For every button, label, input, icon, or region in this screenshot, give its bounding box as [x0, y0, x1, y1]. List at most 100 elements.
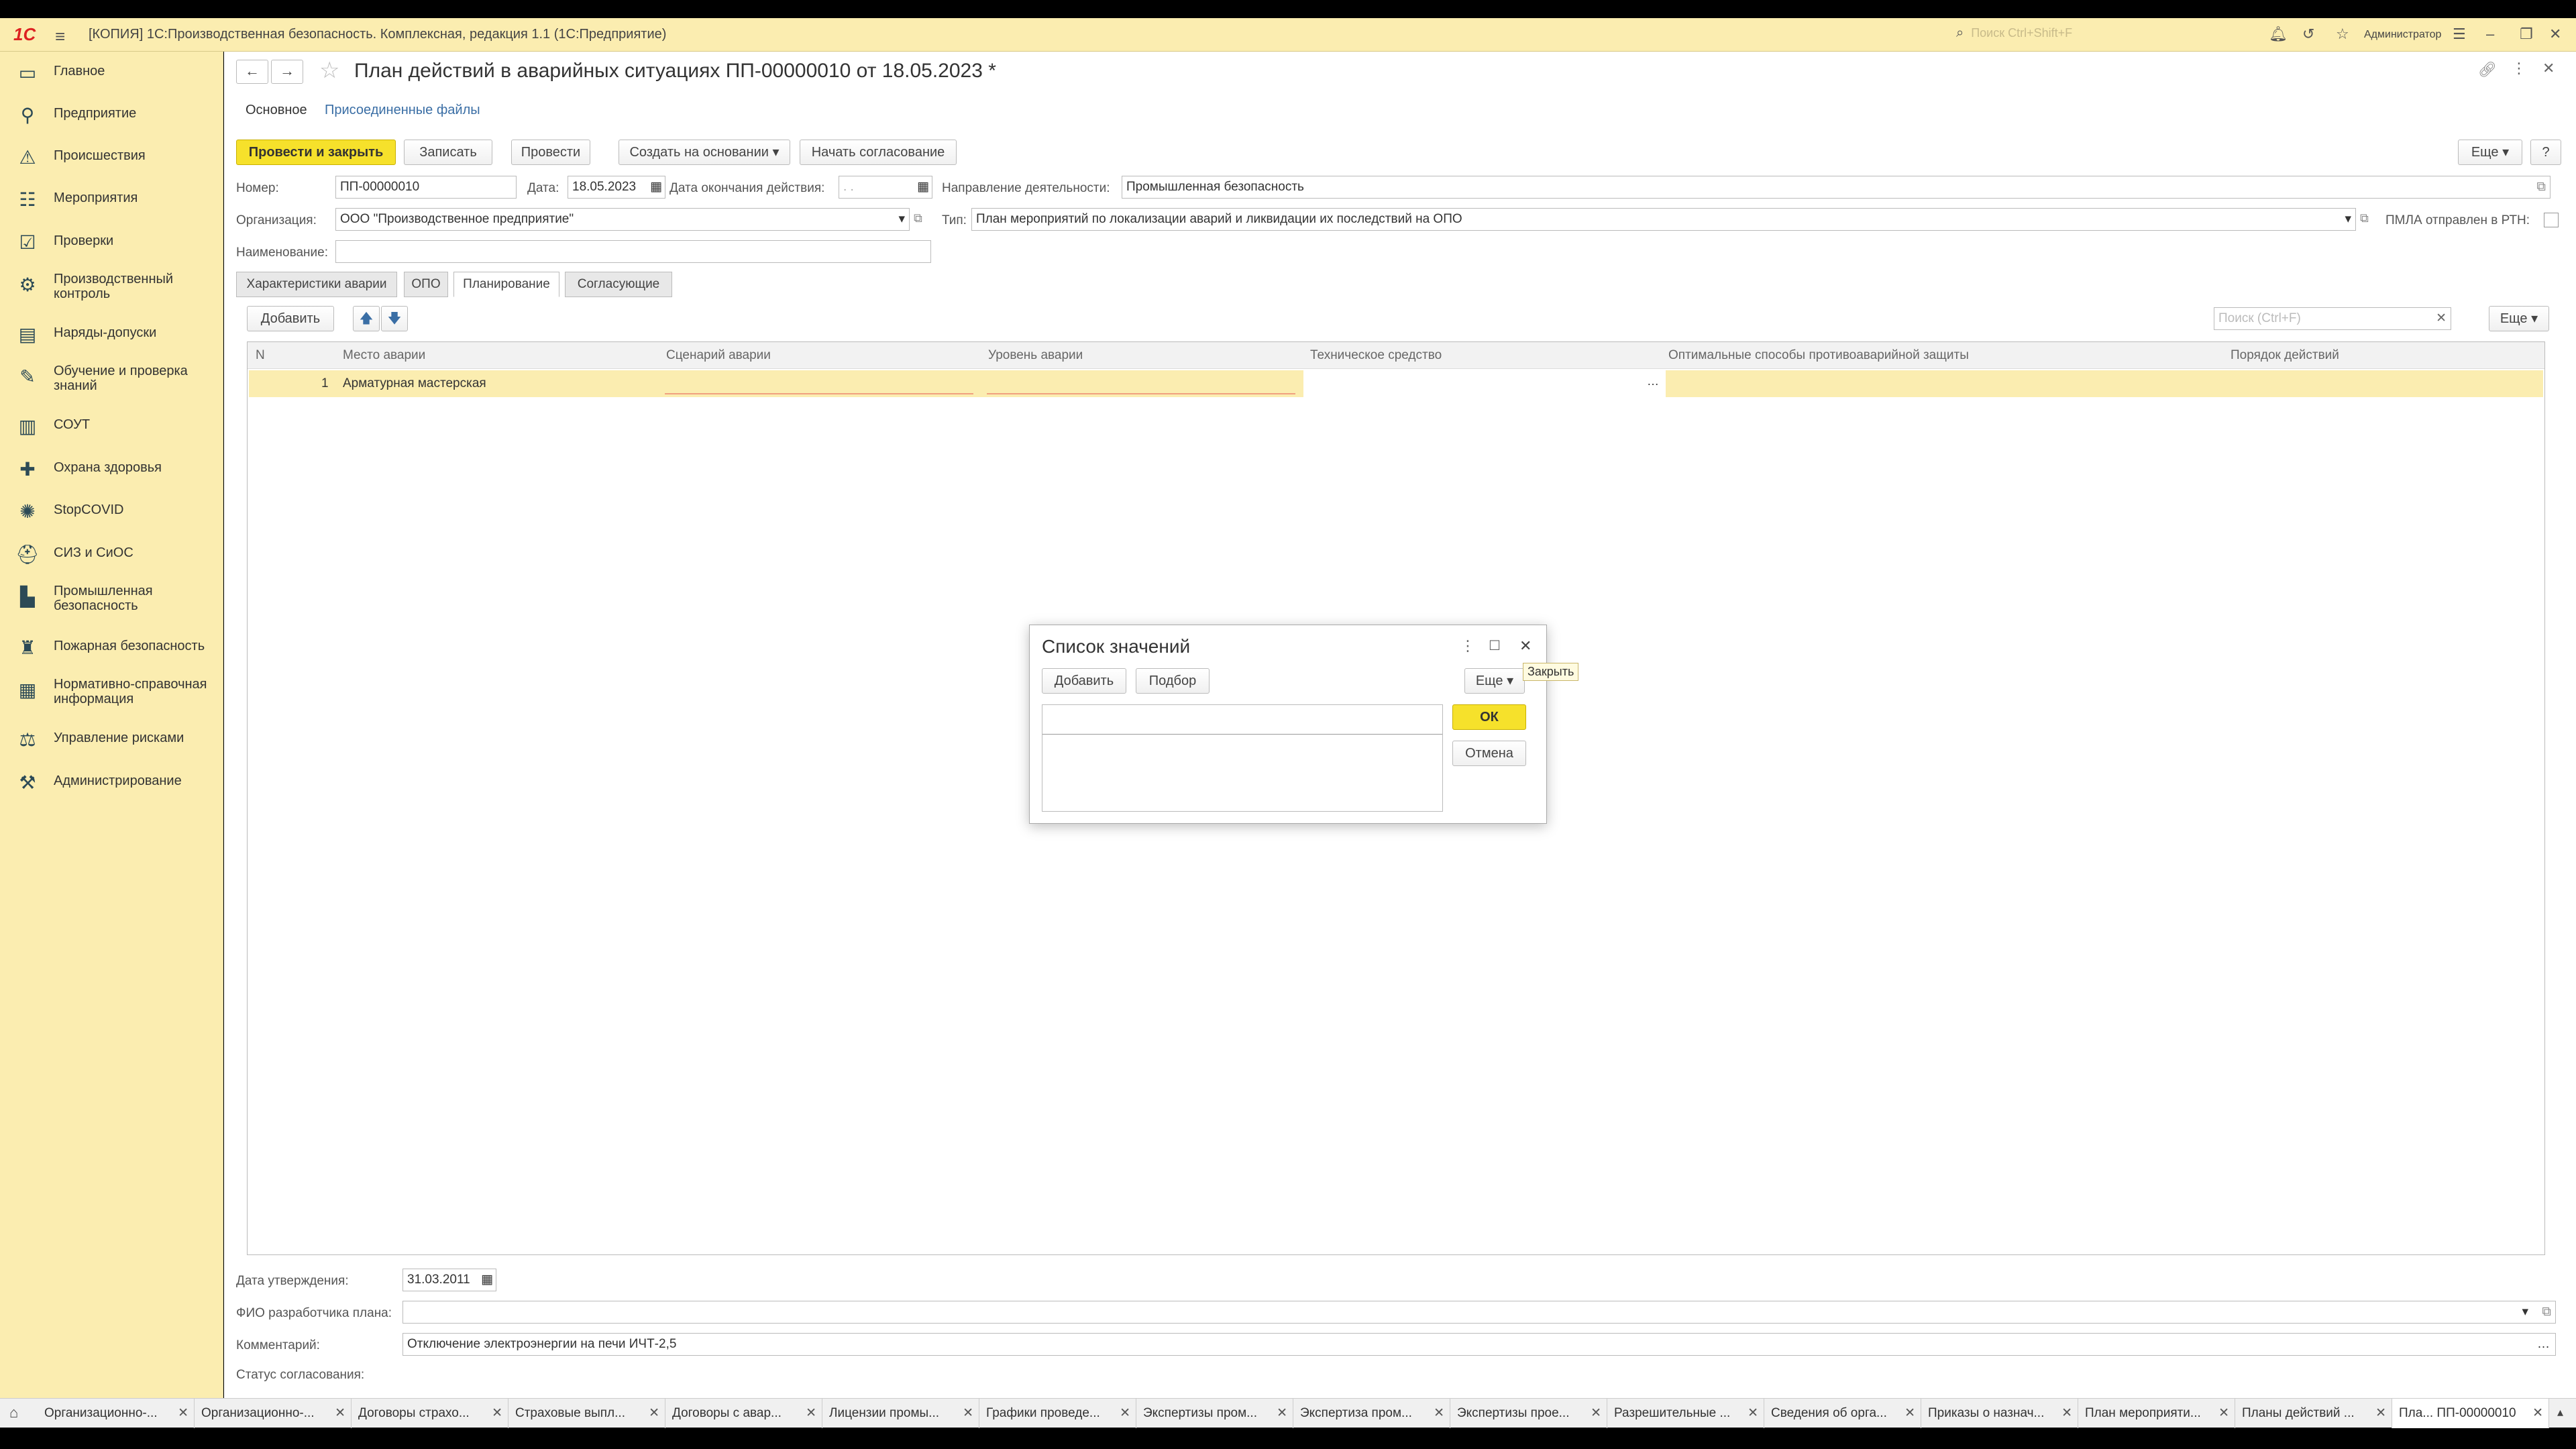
global-search[interactable]: ⌕ Поиск Ctrl+Shift+F [1956, 25, 2238, 44]
close-icon[interactable]: ✕ [2375, 1399, 2386, 1428]
sidebar-item-inspections[interactable]: ☑ Проверки [0, 221, 223, 262]
window-tab[interactable]: Планы действий ... ✕ [2235, 1399, 2392, 1428]
column-order[interactable]: Порядок действий [2231, 348, 2339, 363]
save-button[interactable]: Записать [404, 140, 492, 165]
tab-opo[interactable]: ОПО [404, 272, 448, 297]
star-icon[interactable]: ☆ [2336, 25, 2349, 43]
dialog-pick-button[interactable]: Подбор [1136, 668, 1210, 694]
comment-field[interactable]: Отключение электроэнергии на печи ИЧТ-2,… [402, 1333, 2556, 1356]
favorite-star-icon[interactable]: ☆ [319, 57, 339, 84]
window-tab[interactable]: План мероприяти... ✕ [2078, 1399, 2235, 1428]
sidebar-item-ppe[interactable]: ⛑ СИЗ и СиОС [0, 533, 223, 574]
table-more-button[interactable]: Еще ▾ [2489, 306, 2549, 331]
tab-main[interactable]: Основное [246, 103, 307, 118]
history-icon[interactable]: ↺ [2302, 25, 2314, 43]
close-icon[interactable]: ✕ [1434, 1399, 1444, 1428]
dropdown-arrow-icon[interactable]: ▾ [2522, 1301, 2528, 1323]
close-icon[interactable]: ✕ [1748, 1399, 1758, 1428]
post-and-close-button[interactable]: Провести и закрыть [236, 140, 396, 165]
table-row[interactable]: 1 Арматурная мастерская … [249, 370, 2543, 397]
dropdown-arrow-icon[interactable]: ▾ [2345, 209, 2351, 230]
user-name[interactable]: Администратор [2364, 29, 2441, 41]
main-menu-icon[interactable]: ≡ [55, 26, 65, 47]
close-icon[interactable]: ✕ [1519, 637, 1532, 655]
date-field[interactable]: 18.05.2023 ▦ [568, 176, 665, 199]
close-icon[interactable]: ✕ [963, 1399, 973, 1428]
link-icon[interactable]: 🔗︎ [2478, 61, 2497, 78]
sidebar-item-enterprise[interactable]: ⚲ Предприятие [0, 94, 223, 134]
pmla-checkbox[interactable] [2544, 213, 2559, 227]
close-icon[interactable]: ✕ [2532, 1399, 2543, 1428]
sidebar-item-measures[interactable]: ☷ Мероприятия [0, 178, 223, 219]
column-scenario[interactable]: Сценарий аварии [666, 348, 771, 363]
cancel-button[interactable]: Отмена [1452, 741, 1526, 766]
close-icon[interactable]: ✕ [178, 1399, 189, 1428]
close-icon[interactable]: ✕ [1904, 1399, 1915, 1428]
sidebar-item-fire-safety[interactable]: ♜ Пожарная безопасность [0, 627, 223, 667]
open-link-icon[interactable]: ⧉ [2360, 211, 2369, 225]
close-icon[interactable]: ✕ [806, 1399, 816, 1428]
window-tab[interactable]: Приказы о назнач... ✕ [1921, 1399, 2078, 1428]
type-field[interactable]: План мероприятий по локализации аварий и… [971, 208, 2356, 231]
column-methods[interactable]: Оптимальные способы противоаварийной защ… [1668, 348, 1969, 363]
close-icon[interactable]: ✕ [1120, 1399, 1130, 1428]
value-list[interactable] [1042, 704, 1443, 812]
sidebar-item-incidents[interactable]: ⚠ Происшествия [0, 136, 223, 176]
window-tab[interactable]: Лицензии промы... ✕ [822, 1399, 979, 1428]
cell-scenario[interactable] [665, 393, 973, 394]
window-tab[interactable]: Страховые выпл... ✕ [508, 1399, 665, 1428]
ellipsis-icon[interactable]: … [2537, 1334, 2550, 1355]
window-tab[interactable]: Экспертиза пром... ✕ [1293, 1399, 1450, 1428]
window-tab[interactable]: Экспертизы прое... ✕ [1450, 1399, 1607, 1428]
dialog-add-button[interactable]: Добавить [1042, 668, 1126, 694]
close-icon[interactable]: ✕ [649, 1399, 659, 1428]
move-up-icon[interactable]: 🡅 [353, 306, 380, 331]
end-date-field[interactable]: . . ▦ [839, 176, 932, 199]
maximize-icon[interactable]: ❐ [2520, 25, 2533, 43]
dialog-more-button[interactable]: Еще ▾ [1464, 668, 1525, 694]
close-icon[interactable]: ✕ [1277, 1399, 1287, 1428]
name-field[interactable] [335, 240, 931, 263]
calendar-icon[interactable]: ▦ [650, 176, 662, 198]
column-tech[interactable]: Техническое средство [1310, 348, 1442, 363]
table-add-button[interactable]: Добавить [247, 306, 334, 331]
settings-menu-icon[interactable]: ☰ [2453, 25, 2466, 43]
move-down-icon[interactable]: 🡇 [381, 306, 408, 331]
post-button[interactable]: Провести [511, 140, 590, 165]
dropdown-arrow-icon[interactable]: ▾ [898, 209, 905, 230]
sidebar-item-education[interactable]: ✎ Обучение и проверка знаний [0, 356, 223, 402]
column-level[interactable]: Уровень аварии [988, 348, 1083, 363]
direction-field[interactable]: Промышленная безопасность ⧉ [1122, 176, 2551, 199]
chevron-up-icon[interactable]: ▴ [2557, 1405, 2563, 1419]
window-tab[interactable]: Экспертизы пром... ✕ [1136, 1399, 1293, 1428]
sidebar-item-health[interactable]: ✚ Охрана здоровья [0, 448, 223, 488]
number-field[interactable]: ПП-00000010 [335, 176, 517, 199]
ellipsis-icon[interactable]: … [1647, 374, 1659, 388]
approval-date-field[interactable]: 31.03.2011 ▦ [402, 1269, 496, 1291]
organization-field[interactable]: ООО "Производственное предприятие" ▾ [335, 208, 910, 231]
window-tab[interactable]: Разрешительные ... ✕ [1607, 1399, 1764, 1428]
window-tab[interactable]: Договоры с авар... ✕ [665, 1399, 822, 1428]
sidebar-item-reference[interactable]: ▦ Нормативно-справочная информация [0, 669, 223, 716]
window-tab[interactable]: Организационно-... ✕ [38, 1399, 195, 1428]
create-based-on-button[interactable]: Создать на основании ▾ [619, 140, 790, 165]
ok-button[interactable]: ОК [1452, 704, 1526, 730]
close-window-icon[interactable]: ✕ [2549, 25, 2561, 43]
developer-field[interactable]: ▾ ⧉ [402, 1301, 2556, 1324]
window-tab[interactable]: Сведения об орга... ✕ [1764, 1399, 1921, 1428]
column-n[interactable]: N [256, 348, 265, 363]
more-vert-icon[interactable]: ⋮ [1460, 637, 1475, 655]
table-search-input[interactable]: Поиск (Ctrl+F) ✕ [2214, 307, 2451, 330]
back-button[interactable]: ← [236, 60, 268, 84]
sidebar-item-admin[interactable]: ⚒ Администрирование [0, 761, 223, 802]
help-button[interactable]: ? [2530, 140, 2561, 165]
tab-accident-characteristics[interactable]: Характеристики аварии [236, 272, 397, 297]
window-tab[interactable]: Организационно-... ✕ [195, 1399, 352, 1428]
home-icon[interactable]: ⌂ [9, 1404, 18, 1421]
calendar-icon[interactable]: ▦ [481, 1269, 493, 1291]
list-item[interactable] [1042, 705, 1442, 735]
open-link-icon[interactable]: ⧉ [914, 211, 922, 225]
tab-attached-files[interactable]: Присоединенные файлы [325, 103, 480, 118]
more-button[interactable]: Еще ▾ [2458, 140, 2522, 165]
sidebar-item-risk[interactable]: ⚖ Управление рисками [0, 718, 223, 759]
